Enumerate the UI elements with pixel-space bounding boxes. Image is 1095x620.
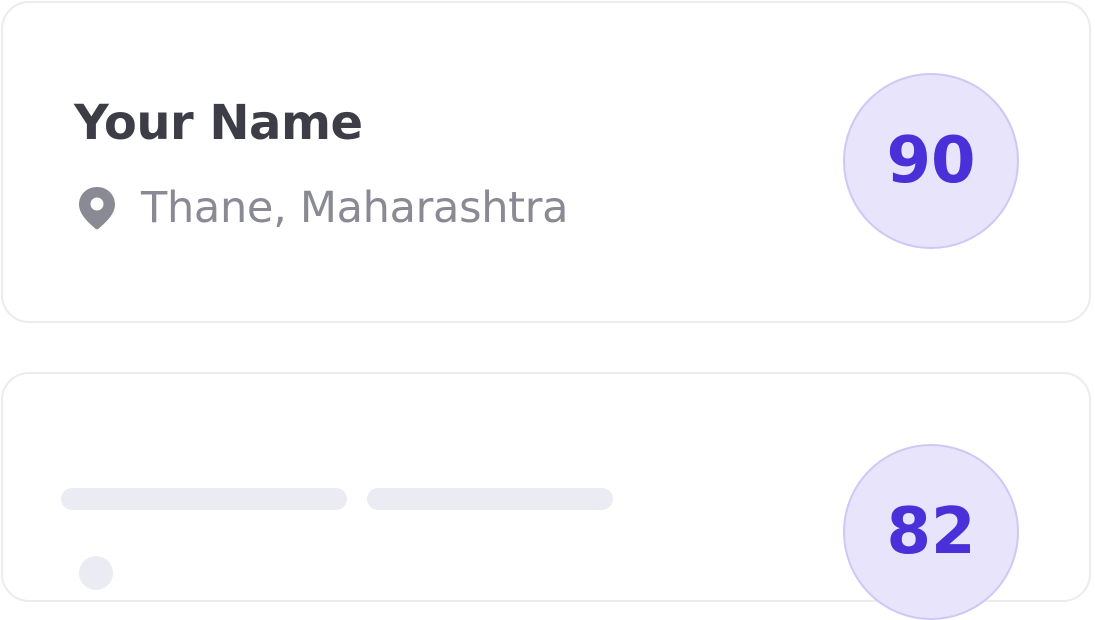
profile-location: Thane, Maharashtra	[77, 183, 568, 233]
map-pin-icon	[77, 185, 117, 231]
skeleton-name-placeholder	[61, 488, 347, 510]
location-text: Thane, Maharashtra	[141, 183, 569, 233]
skeleton-icon-placeholder	[79, 556, 113, 590]
profile-card-loading: 82	[1, 372, 1091, 620]
score-badge: 82	[843, 444, 1019, 620]
skeleton-surname-placeholder	[367, 488, 613, 510]
profile-card[interactable]: Your Name Thane, Maharashtra 90	[1, 1, 1091, 323]
profile-name: Your Name	[74, 95, 363, 151]
score-badge: 90	[843, 73, 1019, 249]
